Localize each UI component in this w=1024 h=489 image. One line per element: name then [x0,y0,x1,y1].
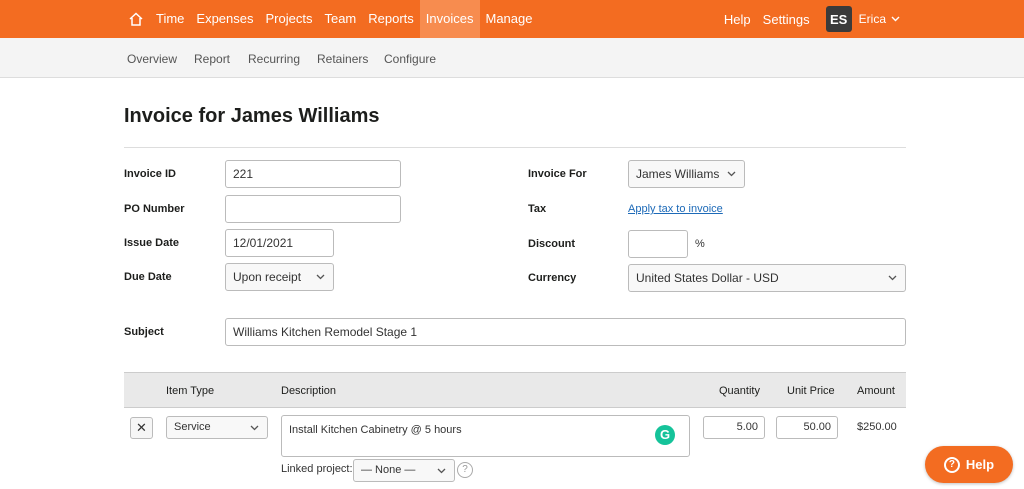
chevron-down-icon [888,275,897,281]
currency-value: United States Dollar - USD [636,271,779,285]
po-number-label: PO Number [124,203,185,215]
subject-label: Subject [124,326,164,338]
page-title: Invoice for James Williams [124,105,380,127]
item-type-select[interactable]: Service [166,416,268,439]
description-textarea[interactable]: Install Kitchen Cabinetry @ 5 hours [281,415,690,457]
item-type-value: Service [174,421,211,433]
chevron-down-icon [891,16,900,22]
chevron-down-icon [437,468,446,474]
header-description: Description [281,385,337,397]
unit-price-input[interactable]: 50.00 [776,416,838,439]
linked-project-label: Linked project: [281,463,353,475]
user-name: Erica [858,12,886,26]
nav-manage[interactable]: Manage [480,0,539,38]
po-number-input[interactable] [225,195,401,223]
linked-project-value: — None — [361,464,416,476]
due-date-label: Due Date [124,271,172,283]
header-amount: Amount [857,385,895,397]
header-unit-price: Unit Price [787,385,835,397]
linked-project-select[interactable]: — None — [353,459,455,482]
currency-label: Currency [528,272,577,284]
invoice-id-input[interactable]: 221 [225,160,401,188]
subnav-recurring[interactable]: Recurring [248,52,300,66]
currency-select[interactable]: United States Dollar - USD [628,264,906,292]
subnav-report[interactable]: Report [194,52,230,66]
amount-value: $250.00 [857,421,897,433]
header-item-type: Item Type [166,385,215,397]
question-icon[interactable]: ? [457,462,473,478]
nav-reports[interactable]: Reports [362,0,420,38]
user-menu[interactable]: Erica [859,12,900,26]
discount-input[interactable] [628,230,688,258]
divider [124,147,906,148]
invoice-for-label: Invoice For [528,168,587,180]
subnav-configure[interactable]: Configure [384,52,436,66]
subnav-retainers[interactable]: Retainers [317,52,368,66]
invoice-for-select[interactable]: James Williams [628,160,745,188]
issue-date-input[interactable]: 12/01/2021 [225,229,334,257]
discount-label: Discount [528,238,576,250]
invoice-id-label: Invoice ID [124,168,176,180]
grammarly-icon[interactable]: G [655,425,675,445]
home-icon[interactable] [128,11,144,27]
subject-input[interactable]: Williams Kitchen Remodel Stage 1 [225,318,906,346]
nav-time[interactable]: Time [150,0,190,38]
help-button-label: Help [965,457,995,472]
help-button[interactable]: ? Help [925,446,1013,483]
discount-percent: % [695,238,705,250]
chevron-down-icon [316,274,325,280]
quantity-input[interactable]: 5.00 [703,416,765,439]
nav-projects[interactable]: Projects [260,0,319,38]
remove-line-button[interactable]: ✕ [130,417,153,439]
chevron-down-icon [250,425,259,431]
nav-settings[interactable]: Settings [757,12,816,27]
avatar[interactable]: ES [825,6,852,32]
subnav-overview[interactable]: Overview [127,52,177,66]
header-quantity: Quantity [719,385,760,397]
question-circle-icon: ? [943,456,960,473]
apply-tax-link[interactable]: Apply tax to invoice [628,203,723,215]
due-date-select[interactable]: Upon receipt [225,263,334,291]
nav-expenses[interactable]: Expenses [190,0,259,38]
line-items-header: Item Type Description Quantity Unit Pric… [124,372,906,408]
issue-date-label: Issue Date [124,237,180,249]
chevron-down-icon [727,171,736,177]
nav-help[interactable]: Help [718,12,757,27]
invoice-for-value: James Williams [636,167,720,181]
tax-label: Tax [528,203,547,215]
nav-invoices[interactable]: Invoices [419,0,480,38]
top-nav: Time Expenses Projects Team Reports Invo… [0,0,1024,38]
due-date-value: Upon receipt [233,270,302,284]
nav-team[interactable]: Team [318,0,362,38]
sub-nav: Overview Report Recurring Retainers Conf… [0,38,1024,78]
